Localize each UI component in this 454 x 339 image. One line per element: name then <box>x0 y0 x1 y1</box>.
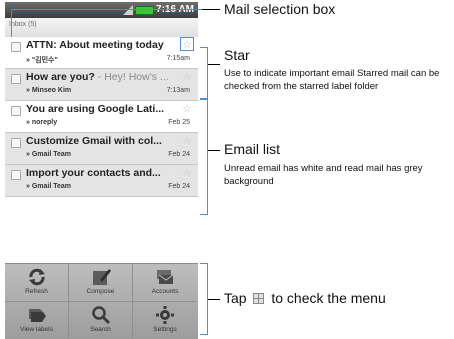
email-date: Feb 25 <box>168 119 190 126</box>
label-menu-suffix: to check the menu <box>271 290 386 306</box>
menu-item-refresh[interactable]: Refresh <box>5 264 69 302</box>
email-subject: Import your contacts and... <box>26 167 161 179</box>
phone-screen: 7:16 AM Inbox (5) ATTN: About meeting to… <box>5 2 198 339</box>
label-email-list-desc: Unread email has white and read mail has… <box>224 163 423 187</box>
callout-line-mail-selection <box>11 9 12 37</box>
mail-select-checkbox[interactable] <box>11 106 21 116</box>
menu-label: Compose <box>86 288 115 295</box>
mail-select-checkbox[interactable] <box>11 170 21 180</box>
callout-bracket-star <box>200 47 208 99</box>
email-date: 7:13am <box>166 87 190 94</box>
refresh-icon <box>28 268 45 286</box>
email-subject: ATTN: About meeting today <box>26 39 164 51</box>
email-row[interactable]: How are you? - Hey! How's ... ☆ » Minseo… <box>5 69 198 101</box>
menu-label: Settings <box>153 326 177 333</box>
email-subject: How are you? - Hey! How's ... <box>26 71 169 83</box>
signal-icon <box>123 5 133 15</box>
email-sender: » Gmail Team <box>26 151 72 158</box>
email-date: Feb 24 <box>168 183 190 190</box>
star-highlight-box <box>180 37 194 51</box>
email-date: 7:15am <box>166 55 190 62</box>
status-bar: 7:16 AM <box>5 2 198 18</box>
star-icon[interactable]: ☆ <box>182 70 192 83</box>
mail-select-checkbox[interactable] <box>11 42 21 52</box>
email-row[interactable]: ATTN: About meeting today ☆ » "김민수" 7:15… <box>5 37 198 69</box>
label-email-list-title: Email list <box>224 141 281 157</box>
compose-icon <box>92 269 111 285</box>
callout-line-star <box>208 64 220 65</box>
email-sender: » noreply <box>26 119 58 126</box>
mail-select-checkbox[interactable] <box>11 138 21 148</box>
label-menu-instruction: Tap to check the menu <box>224 290 386 306</box>
menu-item-view-labels[interactable]: View labels <box>5 302 69 339</box>
email-row[interactable]: You are using Google Lati... ☆ » noreply… <box>5 101 198 133</box>
callout-bracket-menu <box>200 263 208 335</box>
label-mail-selection-box: Mail selection box <box>224 1 336 17</box>
callout-line-mail-selection <box>11 9 202 10</box>
menu-label: View labels <box>20 326 53 333</box>
star-icon[interactable]: ☆ <box>182 102 192 115</box>
menu-label: Search <box>90 326 111 333</box>
menu-label: Refresh <box>25 288 48 295</box>
callout-line-email-list <box>208 150 220 151</box>
callout-bracket-email-list <box>200 99 208 215</box>
email-row[interactable]: Customize Gmail with col... ☆ » Gmail Te… <box>5 133 198 165</box>
battery-icon <box>135 6 154 15</box>
callout-line-mail-selection <box>202 9 220 10</box>
email-list: ATTN: About meeting today ☆ » "김민수" 7:15… <box>5 37 198 197</box>
email-sender: » "김민수" <box>26 57 58 64</box>
star-icon[interactable]: ☆ <box>182 134 192 147</box>
menu-item-search[interactable]: Search <box>69 302 133 339</box>
menu-item-settings[interactable]: Settings <box>133 302 197 339</box>
star-icon[interactable]: ☆ <box>182 166 192 179</box>
menu-label: Accounts <box>151 288 179 295</box>
label-star-title: Star <box>224 47 250 63</box>
search-icon <box>91 306 110 325</box>
menu-item-accounts[interactable]: Accounts <box>133 264 197 302</box>
email-subject: You are using Google Lati... <box>26 103 165 115</box>
options-menu: Refresh Compose Accounts View labels Sea… <box>5 263 198 339</box>
menu-key-icon <box>253 293 265 304</box>
labels-icon <box>28 309 46 322</box>
callout-line-menu <box>208 299 220 300</box>
label-star-desc: Use to indicate important email Starred … <box>224 68 440 92</box>
inbox-title: Inbox (5) <box>9 21 37 28</box>
email-row[interactable]: Import your contacts and... ☆ » Gmail Te… <box>5 165 198 197</box>
mail-select-checkbox[interactable] <box>11 74 21 84</box>
email-subject: Customize Gmail with col... <box>26 135 162 147</box>
settings-icon <box>156 306 174 324</box>
email-sender: » Gmail Team <box>26 183 72 190</box>
menu-item-compose[interactable]: Compose <box>69 264 133 302</box>
email-date: Feb 24 <box>168 151 190 158</box>
email-sender: » Minseo Kim <box>26 87 72 94</box>
label-menu-prefix: Tap <box>224 290 247 306</box>
accounts-icon <box>157 270 174 284</box>
